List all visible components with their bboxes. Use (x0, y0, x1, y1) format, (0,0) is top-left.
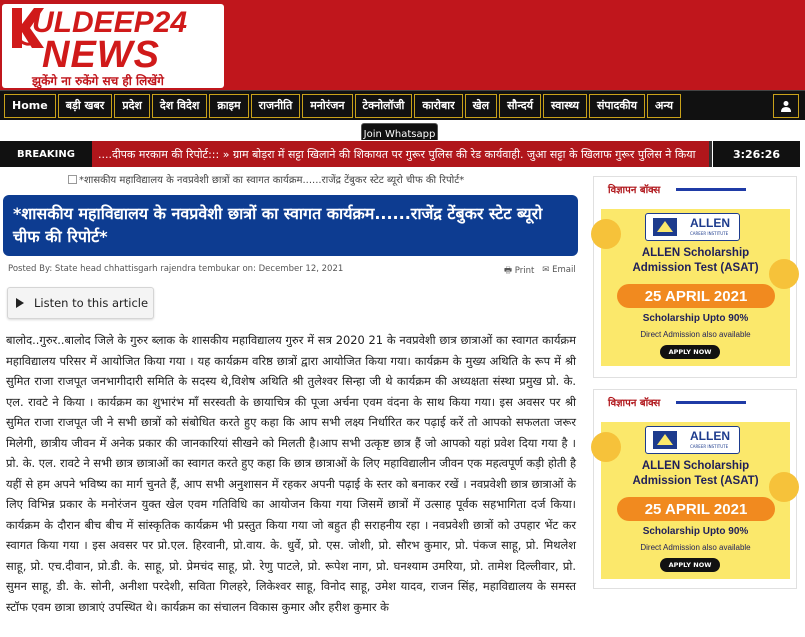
ad-direct-admission: Direct Admission also available (640, 543, 751, 552)
email-label: Email (552, 265, 576, 275)
ad-title: ALLEN Scholarship Admission Test (ASAT) (601, 246, 790, 276)
user-icon[interactable] (773, 93, 799, 118)
print-icon: 🖶 (504, 266, 513, 276)
site-logo[interactable]: ULDEEP24 NEWS झुकेंगे ना रुकेंगे सच ही ल… (2, 4, 224, 88)
ad-date: 25 APRIL 2021 (617, 497, 775, 521)
nav-item-manoranjan[interactable]: मनोरंजन (302, 93, 353, 118)
logo-news-text: NEWS (42, 34, 160, 76)
nav-item-khel[interactable]: खेल (464, 93, 498, 118)
ad-title-line1: ALLEN Scholarship (641, 247, 750, 259)
sidebar-ad-widget: विज्ञापन बॉक्स ALLEN CAREER INSTITUTE AL… (591, 389, 799, 589)
email-link[interactable]: ✉ Email (542, 265, 575, 279)
article-image-alt: *शासकीय महाविद्यालय के नवप्रवेशी छात्रों… (79, 175, 465, 186)
article-title: *शासकीय महाविद्यालय के नवप्रवेशी छात्रों… (3, 195, 578, 256)
article-body: बालोद..गुरुर..बालोद जिले के गुरुर ब्लाक … (6, 333, 576, 614)
nav-item-pradesh[interactable]: प्रदेश (114, 93, 150, 118)
breaking-label: BREAKING (0, 141, 92, 167)
widget-heading: विज्ञापन बॉक्स (594, 390, 796, 414)
ad-date: 25 APRIL 2021 (617, 284, 775, 308)
listen-label: Listen to this article (34, 296, 149, 310)
listen-button[interactable]: Listen to this article (7, 287, 154, 319)
breaking-news-bar: BREAKING ....दीपक मरकाम की रिपोर्ट::: » … (0, 140, 805, 168)
nav-item-crime[interactable]: क्राइम (209, 93, 249, 118)
print-label: Print (514, 266, 535, 276)
ad-scholarship: Scholarship Upto 90% (642, 526, 749, 537)
sidebar-ad-widget: विज्ञापन बॉक्स ALLEN CAREER INSTITUTE AL… (591, 176, 799, 378)
email-icon: ✉ (542, 265, 550, 275)
nav-item-technology[interactable]: टेक्नोलॉजी (354, 93, 413, 118)
nav-item-sampadakiya[interactable]: संपादकीय (588, 93, 646, 118)
allen-logo: ALLEN CAREER INSTITUTE (645, 426, 740, 454)
nav-item-saundarya[interactable]: सौन्दर्य (499, 93, 542, 118)
allen-logo-text: ALLEN (690, 429, 730, 443)
play-icon (16, 298, 24, 308)
nav-item-swasthya[interactable]: स्वास्थ्य (543, 93, 587, 118)
nav-item-badi-khabar[interactable]: बड़ी खबर (57, 93, 113, 118)
allen-logo-text: ALLEN (690, 216, 730, 230)
allen-logo-sub: CAREER INSTITUTE (690, 444, 729, 449)
allen-ad-banner[interactable]: ALLEN CAREER INSTITUTE ALLEN Scholarship… (591, 209, 799, 366)
nav-item-home[interactable]: Home (4, 93, 56, 118)
clock: 3:26:26 (713, 141, 800, 167)
site-header: ULDEEP24 NEWS झुकेंगे ना रुकेंगे सच ही ल… (0, 0, 805, 90)
nav-item-rajniti[interactable]: राजनीति (250, 93, 301, 118)
allen-logo-icon (653, 218, 677, 236)
allen-logo: ALLEN CAREER INSTITUTE (645, 213, 740, 241)
nav-item-karobar[interactable]: कारोबार (414, 93, 463, 118)
article-image-broken: *शासकीय महाविद्यालय के नवप्रवेशी छात्रों… (68, 172, 464, 186)
ad-title: ALLEN Scholarship Admission Test (ASAT) (601, 459, 790, 489)
widget-heading-text: विज्ञापन बॉक्स (608, 185, 661, 196)
allen-ad-banner[interactable]: ALLEN CAREER INSTITUTE ALLEN Scholarship… (591, 422, 799, 579)
ad-decoration (591, 219, 621, 249)
breaking-ticker[interactable]: ....दीपक मरकाम की रिपोर्ट::: » ग्राम बोड… (92, 141, 712, 167)
heading-underline (676, 187, 747, 191)
user-glyph (781, 100, 791, 112)
heading-underline (676, 400, 747, 404)
ad-title-line2: Admission Test (ASAT) (632, 262, 759, 274)
widget-heading-text: विज्ञापन बॉक्स (608, 398, 661, 409)
allen-logo-sub: CAREER INSTITUTE (690, 231, 729, 236)
ad-title-line1: ALLEN Scholarship (641, 460, 750, 472)
nav-item-anya[interactable]: अन्य (647, 93, 682, 118)
allen-logo-icon (653, 431, 677, 449)
ad-decoration (591, 432, 621, 462)
broken-image-icon (68, 175, 77, 184)
ad-scholarship: Scholarship Upto 90% (642, 313, 749, 324)
nav-item-desh-videsh[interactable]: देश विदेश (151, 93, 208, 118)
print-link[interactable]: 🖶 Print (504, 265, 534, 279)
widget-heading: विज्ञापन बॉक्स (594, 177, 796, 201)
main-nav: Home बड़ी खबर प्रदेश देश विदेश क्राइम रा… (0, 90, 805, 120)
article-actions: 🖶 Print ✉ Email (504, 265, 576, 279)
ad-title-line2: Admission Test (ASAT) (632, 475, 759, 487)
ad-direct-admission: Direct Admission also available (640, 330, 751, 339)
article-meta: Posted By: State head chhattisgarh rajen… (8, 264, 344, 274)
ad-apply-button[interactable]: APPLY NOW (660, 558, 720, 572)
logo-tagline: झुकेंगे ना रुकेंगे सच ही लिखेंगे (32, 74, 164, 88)
ad-apply-button[interactable]: APPLY NOW (660, 345, 720, 359)
